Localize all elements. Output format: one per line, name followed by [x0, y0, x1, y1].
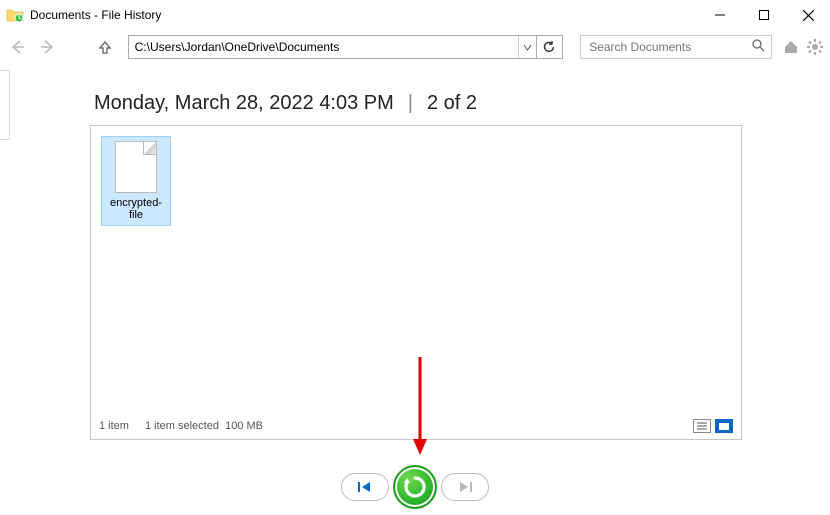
address-dropdown-icon[interactable] — [518, 36, 536, 58]
version-header: Monday, March 28, 2022 4:03 PM | 2 of 2 — [0, 64, 830, 125]
window-controls — [698, 0, 830, 30]
folder-history-icon — [6, 6, 24, 24]
address-bar[interactable] — [128, 35, 563, 59]
back-button[interactable] — [6, 34, 31, 60]
view-switcher — [693, 419, 733, 433]
titlebar: Documents - File History — [0, 0, 830, 30]
separator: | — [408, 92, 413, 115]
search-icon — [752, 39, 765, 55]
refresh-button[interactable] — [536, 36, 562, 58]
details-view-button[interactable] — [693, 419, 711, 433]
content-pane: encrypted-file 1 item 1 item selected 10… — [90, 125, 742, 440]
status-item-count: 1 item — [99, 420, 129, 432]
window-title: Documents - File History — [30, 8, 161, 22]
close-button[interactable] — [786, 0, 830, 30]
gear-icon[interactable] — [806, 38, 824, 56]
home-icon[interactable] — [782, 38, 800, 56]
version-timestamp: Monday, March 28, 2022 4:03 PM — [94, 92, 394, 115]
status-size: 100 MB — [225, 420, 263, 432]
toolbar — [0, 30, 830, 64]
file-icon — [115, 141, 157, 193]
history-nav-controls — [0, 465, 830, 509]
icons-view-button[interactable] — [715, 419, 733, 433]
file-label: encrypted-file — [106, 197, 166, 221]
status-selection: 1 item selected — [145, 420, 219, 432]
search-input[interactable] — [587, 39, 752, 55]
restore-button[interactable] — [393, 465, 437, 509]
search-box[interactable] — [580, 35, 772, 59]
forward-button[interactable] — [35, 34, 60, 60]
next-version-button[interactable] — [441, 473, 489, 501]
address-input[interactable] — [129, 36, 518, 58]
status-bar: 1 item 1 item selected 100 MB — [99, 419, 733, 433]
maximize-button[interactable] — [742, 0, 786, 30]
sidebar-fragment — [0, 70, 10, 140]
previous-version-button[interactable] — [341, 473, 389, 501]
file-item[interactable]: encrypted-file — [101, 136, 171, 226]
up-button[interactable] — [93, 34, 118, 60]
version-position: 2 of 2 — [427, 92, 477, 115]
minimize-button[interactable] — [698, 0, 742, 30]
